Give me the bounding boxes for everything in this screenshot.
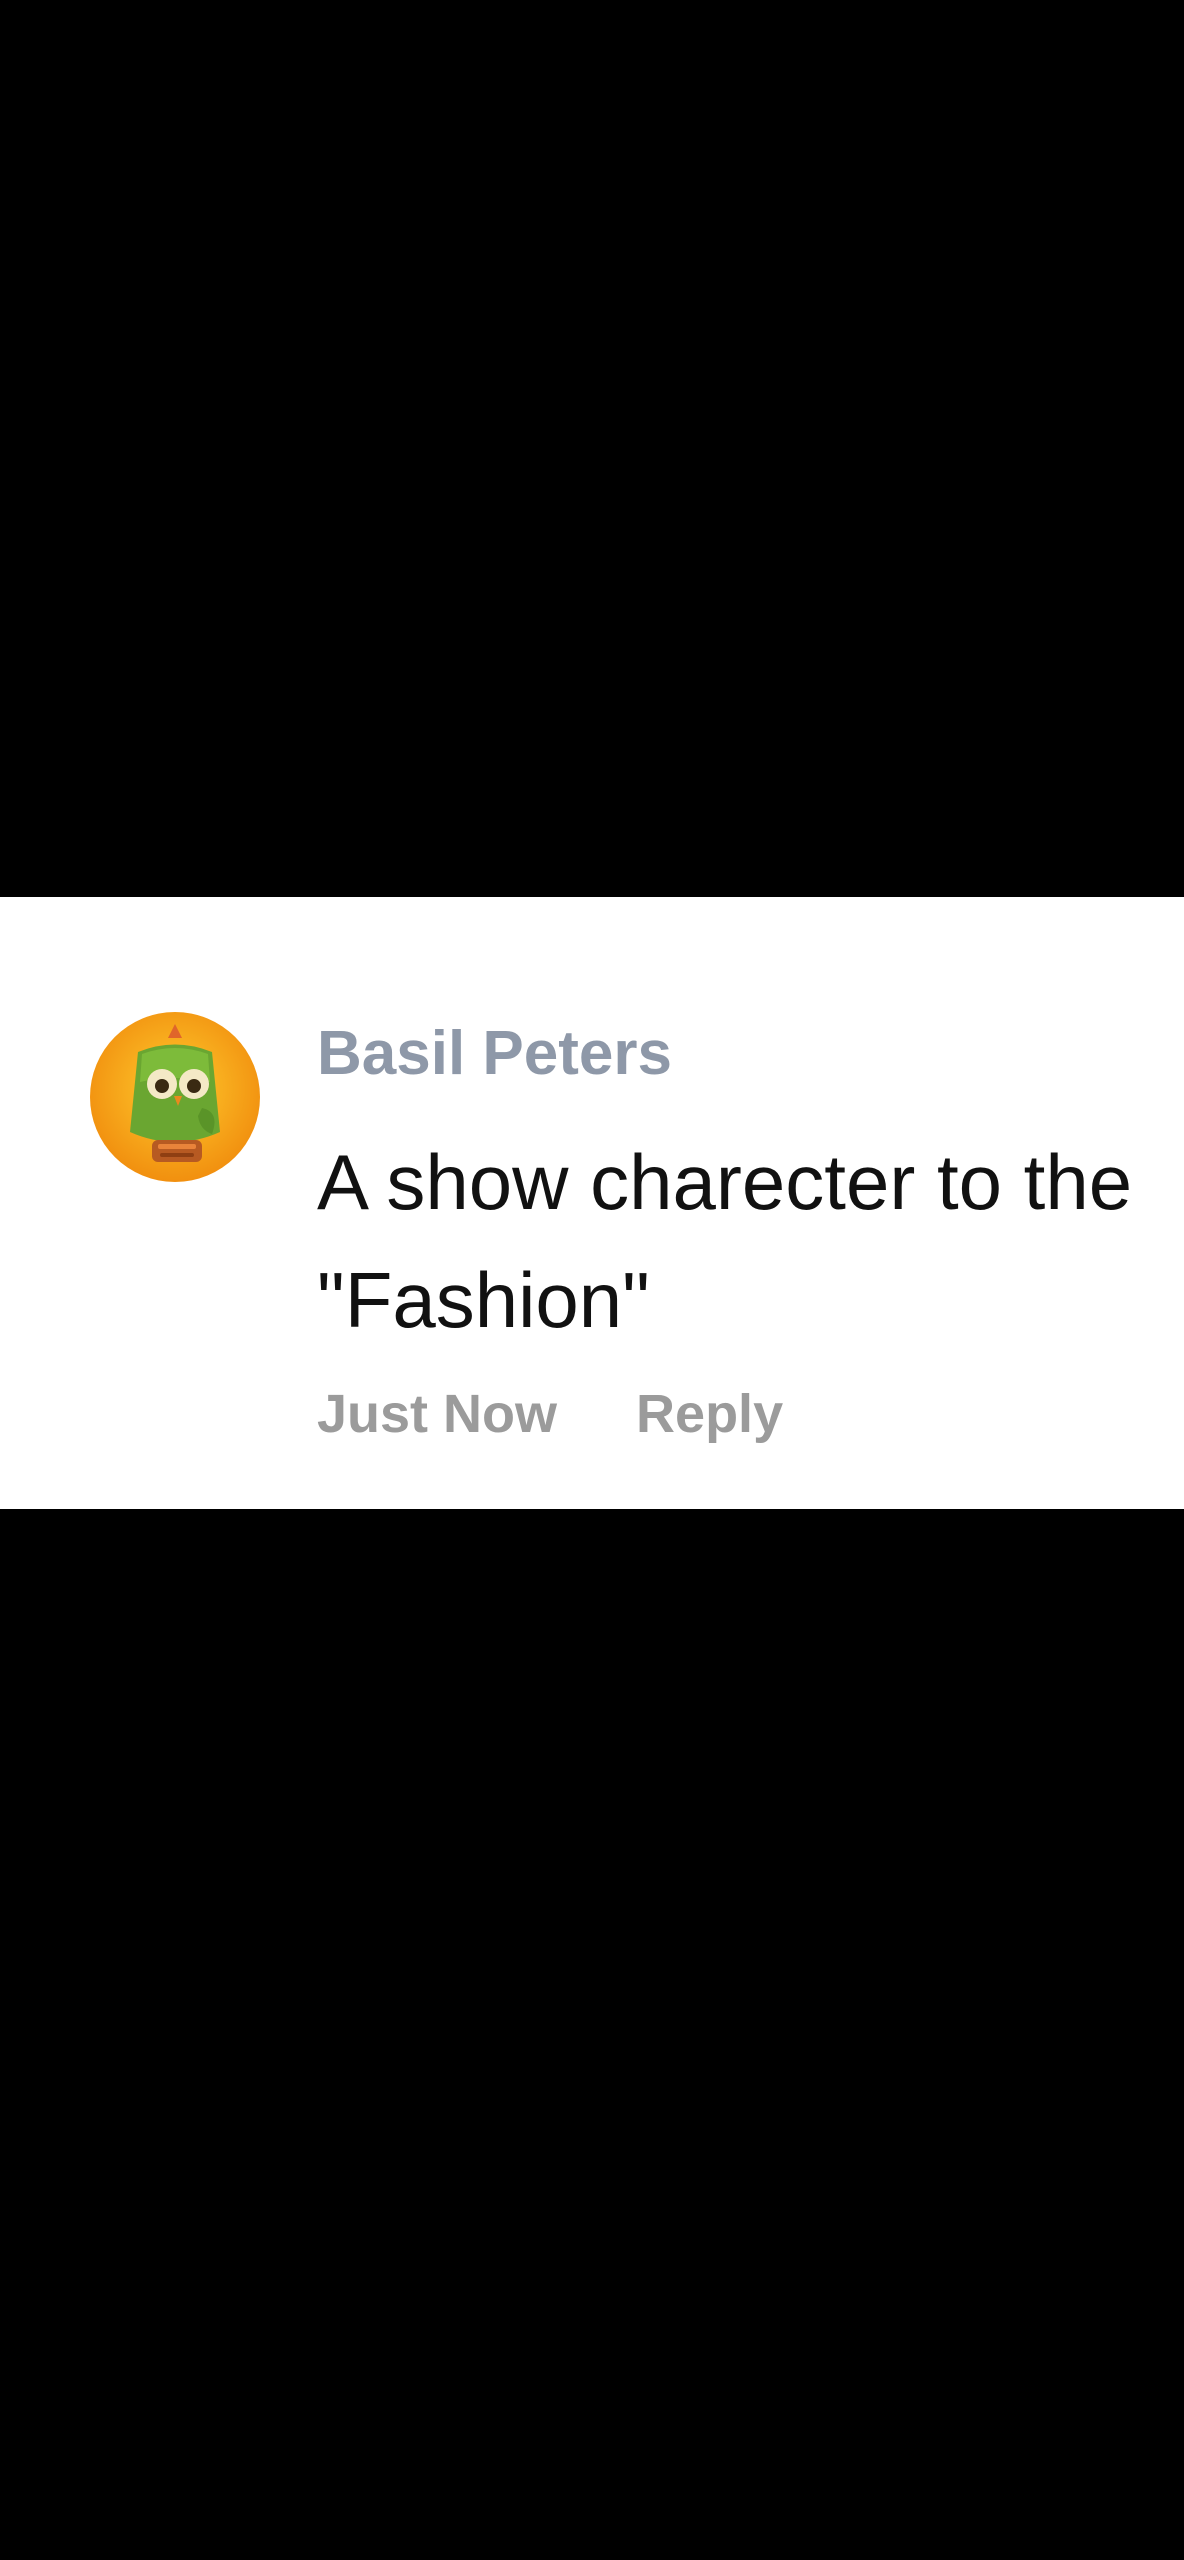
comment-card: Basil Peters A show charecter to the "Fa… — [0, 897, 1184, 1509]
comment-meta: Just Now Reply — [317, 1379, 1184, 1449]
comment-text: A show charecter to the "Fashion" — [317, 1138, 1133, 1344]
comment-timestamp: Just Now — [317, 1384, 558, 1444]
author-name[interactable]: Basil Peters — [317, 1015, 1184, 1093]
owl-mascot-icon — [90, 1012, 260, 1182]
screen: Basil Peters A show charecter to the "Fa… — [0, 0, 1184, 2560]
reply-button[interactable]: Reply — [636, 1379, 783, 1449]
user-avatar[interactable] — [90, 1012, 260, 1182]
comment-body: Basil Peters A show charecter to the "Fa… — [317, 1015, 1184, 1449]
